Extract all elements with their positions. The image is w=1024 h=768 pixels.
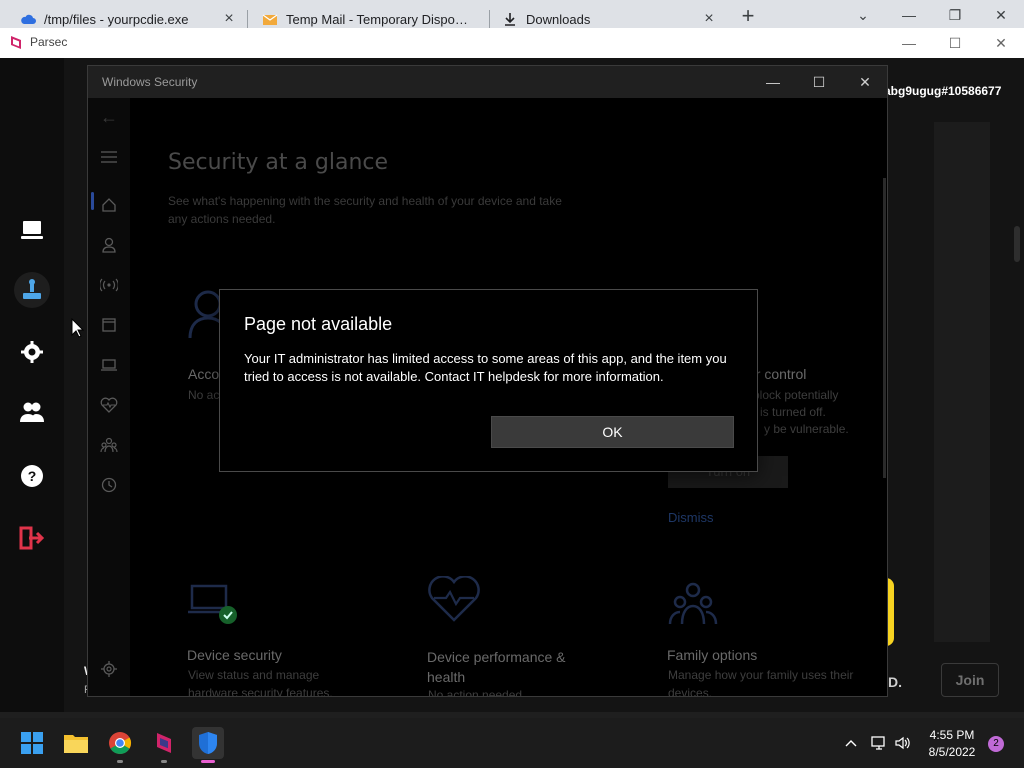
parsec-right-panel bbox=[934, 122, 990, 642]
join-button[interactable]: Join bbox=[941, 663, 999, 697]
device-security-card-icon bbox=[188, 584, 237, 624]
chrome-icon[interactable] bbox=[104, 727, 136, 763]
taskbar: 4:55 PM 8/5/2022 2 bbox=[0, 718, 1024, 768]
logout-icon[interactable] bbox=[14, 520, 50, 556]
family-options-card-icon bbox=[668, 582, 718, 625]
app-browser-control-icon[interactable] bbox=[98, 314, 120, 336]
cloud-icon bbox=[20, 11, 36, 27]
page-title: Security at a glance bbox=[168, 150, 389, 175]
volume-icon[interactable] bbox=[894, 734, 912, 752]
browser-restore-button[interactable]: ❐ bbox=[932, 0, 978, 30]
window-title: Windows Security bbox=[102, 75, 198, 89]
protection-history-icon[interactable] bbox=[98, 474, 120, 496]
device-security-desc: View status and manage hardware security… bbox=[188, 668, 333, 697]
windows-security-icon[interactable] bbox=[192, 727, 224, 763]
nav-selection-indicator bbox=[91, 192, 94, 210]
notification-badge[interactable]: 2 bbox=[988, 736, 1004, 752]
browser-minimize-button[interactable]: — bbox=[886, 0, 932, 30]
running-indicator bbox=[117, 760, 123, 763]
firewall-network-icon[interactable] bbox=[98, 274, 120, 296]
close-tab-icon[interactable]: × bbox=[220, 10, 238, 28]
mouse-cursor-icon bbox=[71, 318, 85, 338]
show-hidden-icons-icon[interactable] bbox=[842, 734, 860, 752]
parsec-sidebar: ? bbox=[0, 58, 64, 712]
parsec-maximize-button[interactable]: ☐ bbox=[932, 28, 978, 58]
close-tab-icon[interactable]: × bbox=[700, 10, 718, 28]
tab-divider bbox=[247, 10, 248, 28]
parsec-scrollbar[interactable] bbox=[1014, 226, 1020, 262]
dismiss-link[interactable]: Dismiss bbox=[668, 510, 714, 525]
parsec-minimize-button[interactable]: — bbox=[886, 28, 932, 58]
device-performance-desc: No action needed. bbox=[428, 688, 526, 697]
tab-search-dropdown-icon[interactable]: ⌄ bbox=[840, 0, 886, 30]
parsec-titlebar: Parsec — ☐ ✕ bbox=[0, 28, 1024, 58]
file-explorer-icon[interactable] bbox=[60, 727, 92, 759]
app-control-desc: block potentially bbox=[753, 388, 839, 402]
parsec-logo-icon bbox=[11, 36, 21, 49]
family-options-icon[interactable] bbox=[98, 434, 120, 456]
device-performance-title: Device performance & health bbox=[427, 649, 566, 685]
account-card-desc: No ac bbox=[188, 388, 220, 402]
clock-date[interactable]: 8/5/2022 bbox=[924, 745, 980, 759]
mail-icon bbox=[262, 11, 278, 27]
ok-button[interactable]: OK bbox=[491, 416, 734, 448]
parsec-icon[interactable] bbox=[148, 727, 180, 763]
account-protection-icon[interactable] bbox=[98, 234, 120, 256]
settings-gear-icon[interactable] bbox=[98, 658, 120, 680]
app-control-desc: y be vulnerable. bbox=[764, 422, 849, 436]
dialog-message: Your IT administrator has limited access… bbox=[244, 351, 727, 384]
family-options-desc: Manage how your family uses their device… bbox=[668, 668, 854, 697]
security-nav-rail: ← bbox=[88, 98, 130, 696]
hamburger-menu-icon[interactable] bbox=[98, 146, 120, 168]
close-button[interactable]: ✕ bbox=[842, 66, 887, 98]
page-not-available-dialog: Page not available Your IT administrator… bbox=[219, 289, 758, 472]
home-icon[interactable] bbox=[98, 194, 120, 216]
dialog-title: Page not available bbox=[244, 314, 393, 334]
device-health-icon[interactable] bbox=[98, 394, 120, 416]
new-tab-button[interactable]: + bbox=[736, 5, 760, 29]
browser-close-button[interactable]: ✕ bbox=[978, 0, 1024, 30]
download-icon bbox=[502, 11, 518, 27]
account-card-title: Acco bbox=[188, 366, 220, 382]
active-indicator bbox=[201, 760, 215, 763]
computer-icon[interactable] bbox=[14, 212, 50, 248]
device-security-title: Device security bbox=[187, 647, 282, 663]
back-arrow-icon[interactable]: ← bbox=[98, 106, 120, 128]
window-titlebar: Windows Security — ☐ ✕ bbox=[88, 66, 887, 98]
device-security-icon[interactable] bbox=[98, 354, 120, 376]
minimize-button[interactable]: — bbox=[750, 66, 796, 98]
clock-time[interactable]: 4:55 PM bbox=[924, 728, 980, 742]
app-name: Parsec bbox=[30, 35, 68, 49]
friends-icon[interactable] bbox=[14, 394, 50, 430]
page-subtitle: See what's happening with the security a… bbox=[168, 194, 562, 226]
arcade-icon[interactable] bbox=[14, 272, 50, 308]
help-icon[interactable]: ? bbox=[14, 458, 50, 494]
start-icon[interactable] bbox=[16, 727, 48, 759]
settings-icon[interactable] bbox=[14, 334, 50, 370]
network-icon[interactable] bbox=[870, 734, 888, 752]
device-performance-card-icon bbox=[428, 576, 480, 622]
maximize-button[interactable]: ☐ bbox=[796, 66, 842, 98]
parsec-partial-text: D. bbox=[888, 674, 902, 690]
window-scrollbar[interactable] bbox=[883, 178, 886, 478]
parsec-close-button[interactable]: ✕ bbox=[978, 28, 1024, 58]
running-indicator bbox=[161, 760, 167, 763]
svg-text:?: ? bbox=[28, 468, 37, 484]
tab-title: Downloads bbox=[526, 11, 591, 27]
app-control-desc: is turned off. bbox=[760, 405, 826, 419]
tab-title: Temp Mail - Temporary Disposab bbox=[286, 11, 468, 27]
parsec-username: abg9ugug#10586677 bbox=[884, 84, 1002, 98]
family-options-title: Family options bbox=[667, 647, 758, 663]
tab-title: /tmp/files - yourpcdie.exe bbox=[44, 11, 189, 27]
